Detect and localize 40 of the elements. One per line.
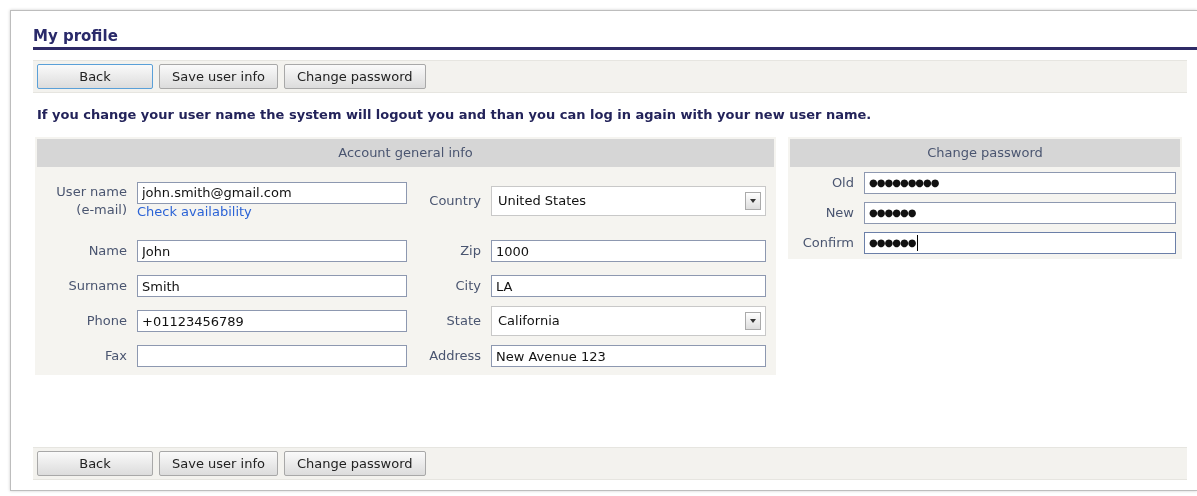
field-label: Old [830, 173, 855, 192]
toolbar-button[interactable]: Change password [283, 64, 426, 89]
dropdown[interactable]: California [491, 306, 766, 336]
text-field[interactable]: New Avenue 123 [491, 345, 766, 367]
text-field[interactable]: Smith [137, 275, 407, 297]
text-field[interactable]: +01123456789 [137, 310, 407, 332]
field-label: Fax [104, 347, 128, 365]
password-field[interactable]: ●●●●●● [864, 231, 1176, 254]
text-field[interactable]: john.smith@gmail.com [137, 181, 407, 204]
text-field[interactable]: 1000 [491, 240, 766, 262]
field-label: State [445, 312, 482, 331]
caret-icon [745, 191, 761, 210]
field-label: Country [428, 191, 482, 210]
field-label: Surname [67, 277, 128, 295]
field-label: Address [428, 347, 482, 366]
password-field[interactable]: ●●●●●●●●● [864, 171, 1176, 194]
text-field[interactable]: LA [491, 275, 766, 297]
dropdown[interactable]: United States [491, 185, 766, 216]
section-header: Account general info [37, 138, 774, 167]
password-field[interactable]: ●●●●●● [864, 201, 1176, 224]
page-title: My profile [33, 27, 1197, 50]
field-label: New [824, 203, 855, 222]
toolbar-button[interactable]: Back [37, 64, 153, 89]
notice-text: If you change your user name the system will logout you and than you can log in again with your new user name. [37, 106, 873, 124]
field-label: Phone [85, 312, 128, 330]
text-cursor [917, 234, 919, 251]
text-field[interactable] [137, 345, 407, 367]
toolbar-button[interactable]: Save user info [159, 64, 278, 89]
field-label: Name [87, 242, 128, 260]
text-field[interactable]: John [137, 240, 407, 262]
check-availability-link[interactable]: Check availability [137, 203, 407, 220]
section-header: Change password [790, 138, 1180, 167]
field-label: User name (e-mail) [55, 182, 128, 219]
field-label: City [454, 277, 482, 296]
field-label: Zip [459, 242, 482, 261]
field-label: Confirm [801, 233, 855, 252]
caret-icon [745, 312, 761, 330]
toolbar-button[interactable]: Save user info [159, 451, 278, 476]
toolbar-button[interactable]: Back [37, 451, 153, 476]
toolbar-button[interactable]: Change password [283, 451, 426, 476]
